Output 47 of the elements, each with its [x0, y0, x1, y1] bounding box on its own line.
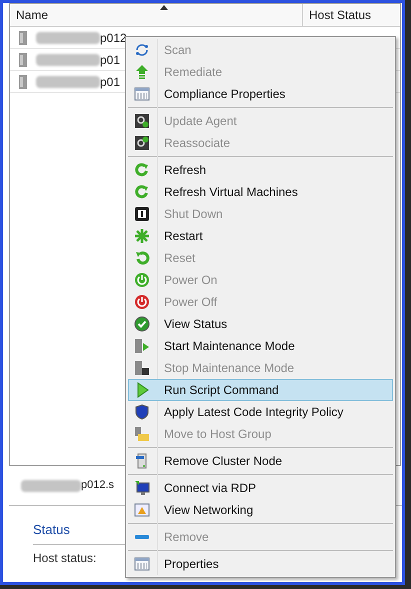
- menu-item[interactable]: Refresh Virtual Machines: [128, 181, 393, 203]
- menu-item[interactable]: Properties: [128, 553, 393, 575]
- redaction-blur: [36, 54, 100, 66]
- redaction-blur: [36, 32, 100, 44]
- host-name: p01: [100, 74, 120, 90]
- server-icon: [134, 338, 150, 354]
- shield-icon: [134, 404, 150, 420]
- power-icon: [134, 294, 150, 310]
- network-icon: [134, 502, 150, 518]
- folder-icon: [134, 426, 150, 442]
- asterisk-icon: [134, 228, 150, 244]
- properties-icon: [134, 556, 150, 572]
- monitor-icon: [134, 480, 150, 496]
- menu-item[interactable]: View Networking: [128, 499, 393, 521]
- gear-icon: [134, 135, 150, 151]
- host-name: p01: [100, 52, 120, 68]
- refresh-icon: [134, 184, 150, 200]
- column-header[interactable]: Host Status: [303, 4, 400, 26]
- server-icon: [18, 52, 28, 68]
- server-icon: [18, 30, 28, 46]
- field-label: Host status:: [33, 550, 96, 564]
- menu-item[interactable]: Compliance Properties: [128, 83, 393, 105]
- menu-item[interactable]: Start Maintenance Mode: [128, 335, 393, 357]
- host-name: p012: [100, 30, 127, 46]
- up-arrow-icon: [134, 64, 150, 80]
- properties-icon: [134, 86, 150, 102]
- menu-item[interactable]: Refresh: [128, 159, 393, 181]
- sort-arrow-icon: [160, 5, 168, 10]
- server-icon: [134, 360, 150, 376]
- power-icon: [134, 272, 150, 288]
- menu-item[interactable]: Remove Cluster Node: [128, 450, 393, 472]
- redaction-blur: [21, 480, 81, 492]
- check-icon: [134, 316, 150, 332]
- undo-icon: [134, 250, 150, 266]
- menu-item[interactable]: Run Script Command: [128, 379, 393, 401]
- details-title: p012.s: [81, 478, 114, 494]
- menu-item[interactable]: Restart: [128, 225, 393, 247]
- menu-item[interactable]: View Status: [128, 313, 393, 335]
- gear-icon: [134, 113, 150, 129]
- server-icon: [18, 74, 28, 90]
- refresh-icon: [134, 42, 150, 58]
- redaction-blur: [36, 76, 100, 88]
- menu-item[interactable]: Connect via RDP: [128, 477, 393, 499]
- column-header[interactable]: Name: [10, 4, 303, 26]
- refresh-icon: [134, 162, 150, 178]
- stop-icon: [134, 206, 150, 222]
- menu-item[interactable]: Apply Latest Code Integrity Policy: [128, 401, 393, 423]
